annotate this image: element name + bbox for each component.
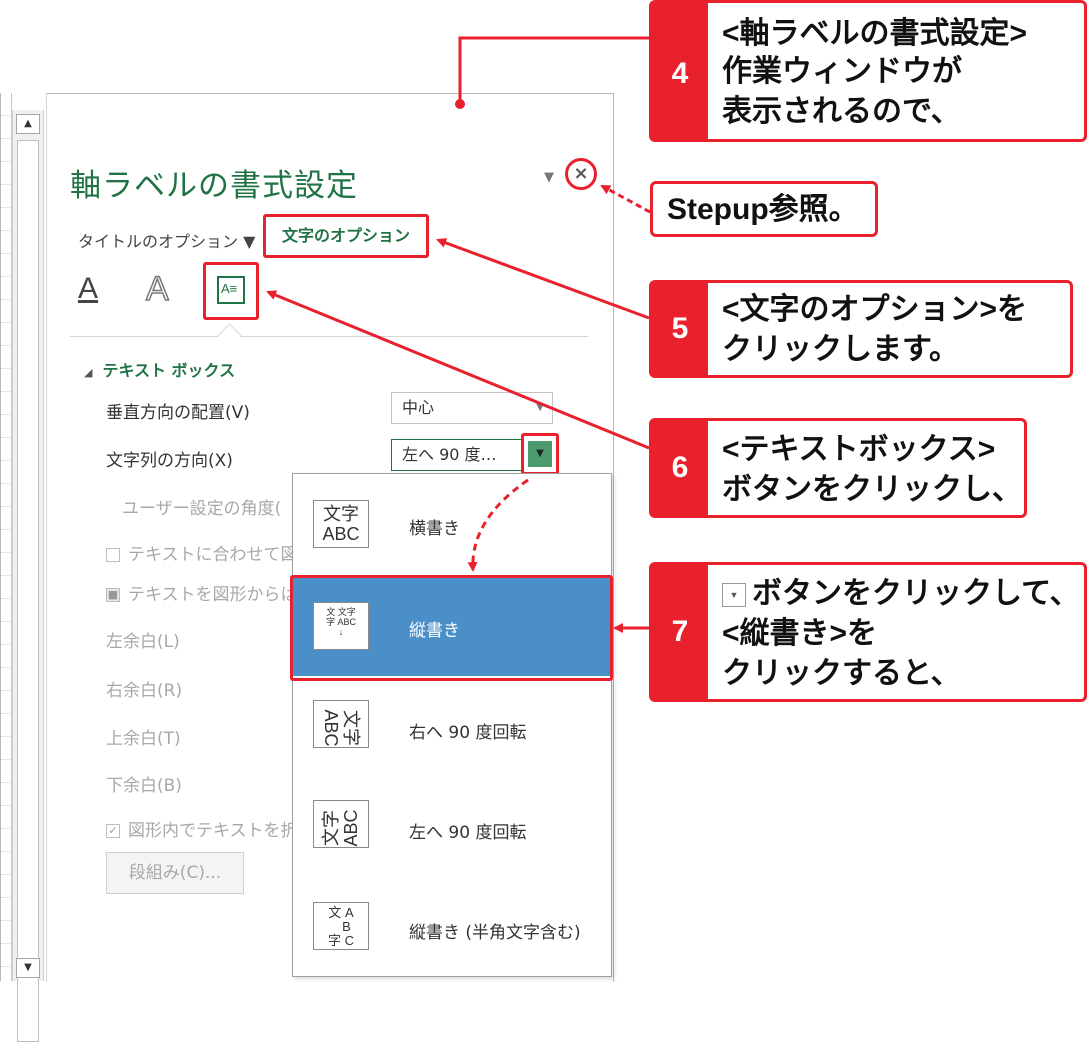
callout-step-7: 7 ▼ ボタンをクリックして、 <縦書き>を クリックすると、 (649, 562, 1087, 702)
callout-stepup: Stepup参照。 (650, 181, 878, 237)
callout-step-4: 4 <軸ラベルの書式設定> 作業ウィンドウが 表示されるので、 (649, 0, 1087, 142)
callout-line: <軸ラベルの書式設定> (722, 17, 1028, 50)
callout-line: ボタンをクリックし、 (722, 473, 1022, 506)
dropdown-arrow-icon: ▼ (722, 583, 746, 608)
callout6-connector (266, 290, 650, 450)
step-number: 6 (652, 421, 708, 515)
step-number: 7 (652, 565, 708, 699)
callout4-dot (455, 99, 465, 109)
dropdown-to-menu-connector (467, 478, 529, 572)
stepup-text: Stepup参照。 (667, 193, 859, 226)
callout-step-5: 5 <文字のオプション>を クリックします。 (649, 280, 1073, 378)
step-number: 4 (652, 3, 708, 139)
callout-line: <文字のオプション>を (722, 293, 1028, 326)
callout-line: 表示されるので、 (722, 95, 961, 128)
callout-step-6: 6 <テキストボックス> ボタンをクリックし、 (649, 418, 1027, 518)
step-number: 5 (652, 283, 708, 375)
callout-line: <縦書き>を (722, 617, 878, 650)
stepup-connector (600, 184, 651, 214)
callout-line: クリックします。 (722, 333, 959, 366)
callout-line: クリックすると、 (722, 657, 961, 690)
callout5-connector (436, 238, 650, 320)
callout-line-with-icon: ▼ ボタンをクリックして、 (722, 575, 1080, 613)
callout-line: <テキストボックス> (722, 433, 996, 466)
callout-line: 作業ウィンドウが (722, 55, 962, 88)
callout-line: ボタンをクリックして、 (752, 577, 1080, 610)
callout4-connector (458, 36, 649, 104)
